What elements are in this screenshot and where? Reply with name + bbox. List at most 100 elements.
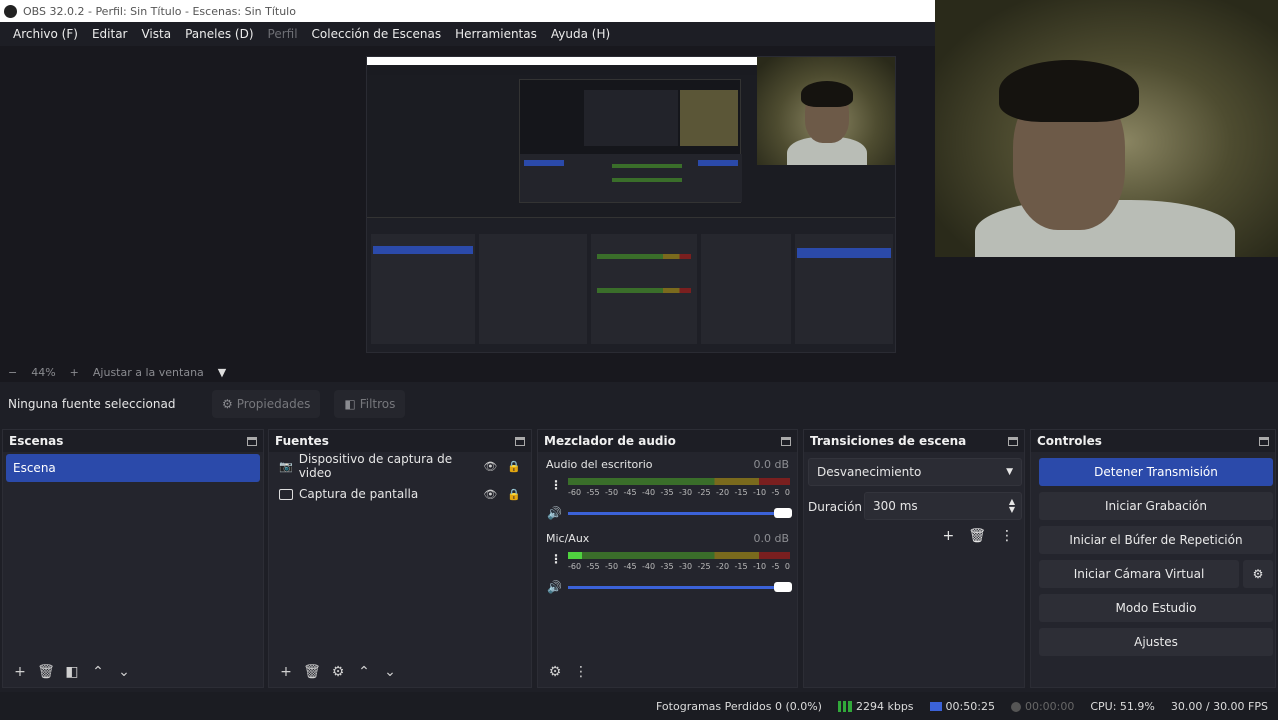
fps-status: 30.00 / 30.00 FPS [1170,699,1268,713]
studio-mode-button[interactable]: Modo Estudio [1039,594,1273,622]
scene-item[interactable]: Escena [6,454,260,482]
stop-streaming-button[interactable]: Detener Transmisión [1039,458,1273,486]
chevron-down-icon: ▼ [1006,467,1013,477]
sources-dock: Fuentes 📷 Dispositivo de captura de vide… [268,429,532,688]
trash-icon[interactable]: 🗑 [968,528,986,544]
filters-label: Filtros [359,397,396,411]
menu-vista[interactable]: Vista [134,27,178,41]
chevron-down-icon[interactable]: ⌄ [115,664,133,680]
menu-paneles[interactable]: Paneles (D) [178,27,260,41]
gear-icon: ⚙ [222,397,233,411]
menu-ayuda[interactable]: Ayuda (H) [544,27,617,41]
sources-footer: + 🗑 ⚙ ⌃ ⌄ [269,657,531,687]
start-replay-buffer-button[interactable]: Iniciar el Búfer de Repetición [1039,526,1273,554]
volume-meter [568,478,790,485]
add-icon[interactable]: + [11,664,29,680]
chevron-up-icon[interactable]: ⌃ [355,664,373,680]
filters-button[interactable]: ◧ Filtros [334,390,406,418]
dropped-frames: Fotogramas Perdidos 0 (0.0%) [656,699,822,713]
screen-capture-preview [366,56,896,353]
channel-db: 0.0 dB [753,532,789,545]
virtual-camera-settings-button[interactable]: ⚙ [1243,560,1273,588]
eye-icon[interactable]: 👁 [483,460,497,473]
kebab-menu-icon[interactable]: ⋮ [1000,528,1014,544]
record-time: 00:00:00 [1010,700,1074,713]
zoom-in-button[interactable]: + [70,366,79,379]
chevron-down-icon[interactable]: ▼ [218,366,226,379]
kebab-menu-icon[interactable]: ⋮ [572,664,590,680]
channel-name: Audio del escritorio [546,458,653,471]
transition-select[interactable]: Desvanecimiento ▼ [808,458,1022,486]
zoom-out-button[interactable]: − [8,366,17,379]
gear-icon[interactable]: ⚙ [546,664,564,680]
gear-icon[interactable]: ⚙ [329,664,347,680]
scenes-header: Escenas [3,430,263,452]
button-label: Ajustes [1134,635,1178,649]
webcam-preview [935,0,1278,257]
spin-arrows-icon[interactable]: ▲ ▼ [1009,498,1021,514]
duration-value: 300 ms [873,499,918,513]
eye-icon[interactable]: 👁 [483,488,497,501]
no-source-label: Ninguna fuente seleccionad [8,397,176,411]
bitrate-status: 2294 kbps [837,700,914,713]
chevron-up-icon[interactable]: ⌃ [89,664,107,680]
trash-icon[interactable]: 🗑 [37,664,55,680]
mixer-header: Mezclador de audio [538,430,797,452]
channel-name: Mic/Aux [546,532,590,545]
sources-title: Fuentes [275,434,329,448]
start-virtual-camera-button[interactable]: Iniciar Cámara Virtual [1039,560,1239,588]
filter-icon[interactable]: ◧ [63,664,81,680]
undock-icon[interactable] [1008,436,1018,446]
scenes-footer: + 🗑 ◧ ⌃ ⌄ [3,657,263,687]
cpu-usage: CPU: 51.9% [1090,699,1155,713]
scenes-title: Escenas [9,434,64,448]
menu-perfil[interactable]: Perfil [261,27,305,41]
fit-window-label[interactable]: Ajustar a la ventana [93,366,204,379]
undock-icon[interactable] [781,436,791,446]
scenes-dock: Escenas Escena + 🗑 ◧ ⌃ ⌄ [2,429,264,688]
undock-icon[interactable] [247,436,257,446]
kebab-menu-icon[interactable]: ⋮ [550,478,562,492]
volume-meter [568,552,790,559]
chevron-down-icon[interactable]: ⌄ [381,664,399,680]
monitor-icon [279,488,293,500]
meter-scale: -60 -55 -50 -45 -40 -35 -30 -25 -20 -15 -10 -5 0 [568,562,790,571]
menu-coleccion-escenas[interactable]: Colección de Escenas [305,27,449,41]
menu-bar: Archivo (F) Editar Vista Paneles (D) Per… [0,22,935,46]
mixer-channel: Mic/Aux 0.0 dB ⋮ -60 -55 -50 -45 -40 -35 -30 -2… [538,526,797,600]
button-label: Iniciar Cámara Virtual [1073,567,1205,581]
source-toolbar: Ninguna fuente seleccionad ⚙ Propiedades… [0,382,1278,426]
menu-editar[interactable]: Editar [85,27,135,41]
record-icon [1010,701,1021,712]
mixer-channel: Audio del escritorio 0.0 dB ⋮ -60 -55 -50-… [538,452,797,526]
obs-logo-icon [4,4,17,18]
title-bar: OBS 32.0.2 - Perfil: Sin Título - Escena… [0,0,935,22]
lock-icon[interactable]: 🔒 [507,460,521,473]
menu-archivo[interactable]: Archivo (F) [6,27,85,41]
volume-slider[interactable] [568,582,792,592]
mixer-footer: ⚙ ⋮ [538,657,797,687]
volume-slider[interactable] [568,508,792,518]
window-title: OBS 32.0.2 - Perfil: Sin Título - Escena… [23,4,296,18]
start-recording-button[interactable]: Iniciar Grabación [1039,492,1273,520]
settings-button[interactable]: Ajustes [1039,628,1273,656]
undock-icon[interactable] [515,436,525,446]
add-icon[interactable]: + [277,664,295,680]
properties-button[interactable]: ⚙ Propiedades [212,390,321,418]
trash-icon[interactable]: 🗑 [303,664,321,680]
source-item[interactable]: Captura de pantalla 👁 🔒 [269,480,531,508]
duration-input[interactable]: 300 ms ▲ ▼ [864,492,1022,520]
button-label: Detener Transmisión [1094,465,1218,479]
speaker-icon[interactable]: 🔊 [547,580,562,594]
menu-herramientas[interactable]: Herramientas [448,27,544,41]
speaker-icon[interactable]: 🔊 [547,506,562,520]
add-icon[interactable]: + [942,528,954,544]
source-item-label: Dispositivo de captura de video [298,452,453,480]
transitions-title: Transiciones de escena [810,434,967,448]
kebab-menu-icon[interactable]: ⋮ [550,552,562,566]
lock-icon[interactable]: 🔒 [507,488,521,501]
undock-icon[interactable] [1259,436,1269,446]
sources-header: Fuentes [269,430,531,452]
source-item[interactable]: 📷 Dispositivo de captura de video 👁 🔒 [269,452,531,480]
meter-scale: -60 -55 -50 -45 -40 -35 -30 -25 -20 -15 -10 -5 0 [568,488,790,497]
